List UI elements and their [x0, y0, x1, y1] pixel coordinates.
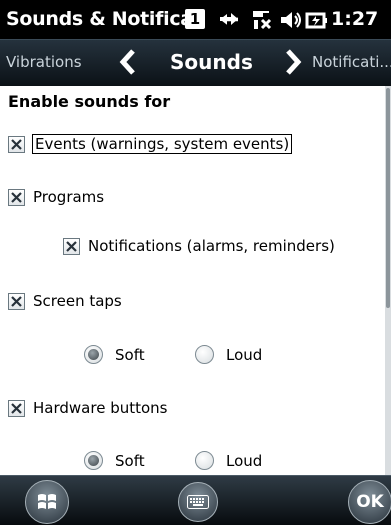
checkmark-icon: [66, 240, 77, 252]
title-bar: Sounds & Notifica 1 1:27: [0, 0, 391, 39]
hardware-buttons-checkbox[interactable]: [8, 399, 25, 417]
keyboard-button[interactable]: [178, 482, 218, 522]
programs-label: Programs: [33, 188, 105, 206]
screen-taps-soft-option[interactable]: Soft: [84, 345, 145, 364]
chevron-left-icon[interactable]: [118, 48, 138, 76]
notifications-label: Notifications (alarms, reminders): [88, 237, 335, 255]
chevron-right-icon[interactable]: [283, 48, 303, 76]
events-label: Events (warnings, system events): [31, 134, 293, 154]
hardware-buttons-row[interactable]: Hardware buttons: [8, 399, 167, 417]
programs-row[interactable]: Programs: [8, 188, 104, 206]
screen-taps-row[interactable]: Screen taps: [8, 292, 122, 310]
section-title: Enable sounds for: [8, 92, 171, 111]
tab-sounds[interactable]: Sounds: [170, 50, 253, 74]
tab-notifications[interactable]: Notificati...: [312, 53, 391, 71]
hardware-loud-label: Loud: [226, 451, 263, 470]
notifications-checkbox[interactable]: [63, 237, 80, 255]
screen-taps-loud-option[interactable]: Loud: [195, 345, 262, 364]
clock[interactable]: 1:27: [331, 8, 378, 30]
screen-taps-soft-radio[interactable]: [84, 345, 103, 364]
screen-taps-checkbox[interactable]: [8, 292, 25, 310]
checkmark-icon: [11, 191, 22, 203]
screen-taps-loud-label: Loud: [226, 345, 263, 364]
checkmark-icon: [11, 295, 22, 307]
screen-taps-soft-label: Soft: [115, 345, 145, 364]
sim-slot-icon: 1: [185, 9, 205, 29]
start-button[interactable]: [25, 480, 69, 524]
hardware-buttons-label: Hardware buttons: [33, 399, 168, 417]
notifications-row[interactable]: Notifications (alarms, reminders): [63, 237, 335, 255]
hardware-soft-option[interactable]: Soft: [84, 451, 145, 470]
hardware-soft-label: Soft: [115, 451, 145, 470]
window-title: Sounds & Notifica: [6, 8, 193, 30]
hardware-soft-radio[interactable]: [84, 451, 103, 470]
keyboard-icon: [187, 495, 209, 509]
battery-charging-icon[interactable]: [305, 9, 329, 31]
windows-start-icon: [38, 494, 56, 509]
settings-panel: Enable sounds for Events (warnings, syst…: [0, 86, 391, 475]
checkmark-icon: [11, 402, 22, 414]
events-checkbox[interactable]: [8, 135, 25, 153]
tab-vibrations[interactable]: Vibrations: [6, 53, 82, 71]
checkmark-icon: [11, 138, 22, 150]
tab-strip: Vibrations Sounds Notificati...: [0, 39, 391, 86]
screen-taps-label: Screen taps: [33, 292, 122, 310]
ok-button[interactable]: OK: [348, 480, 391, 524]
programs-checkbox[interactable]: [8, 188, 25, 206]
hardware-loud-radio[interactable]: [195, 451, 214, 470]
screen-taps-loud-radio[interactable]: [195, 345, 214, 364]
data-connection-icon[interactable]: [217, 9, 241, 31]
speaker-icon[interactable]: [279, 9, 303, 31]
events-row[interactable]: Events (warnings, system events): [8, 134, 293, 154]
signal-off-icon[interactable]: [249, 9, 273, 31]
softkey-bar: OK: [0, 475, 391, 525]
scrollbar-thumb[interactable]: [386, 88, 390, 308]
hardware-loud-option[interactable]: Loud: [195, 451, 262, 470]
